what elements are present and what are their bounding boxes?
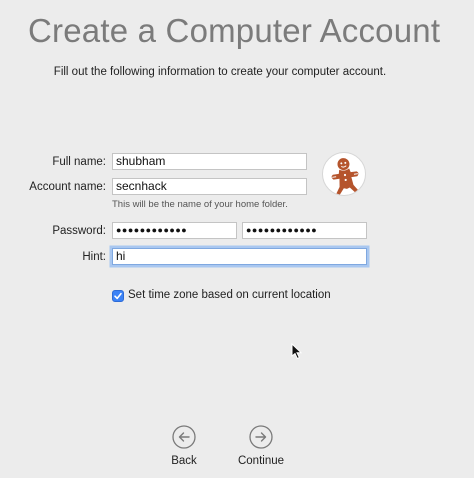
account-name-help: This will be the name of your home folde…	[112, 199, 288, 210]
continue-button[interactable]: Continue	[221, 425, 301, 475]
verify-password-field[interactable]: ●●●●●●●●●●●●	[242, 222, 367, 239]
full-name-label: Full name:	[52, 156, 106, 168]
forward-arrow-icon	[249, 425, 273, 449]
user-picture[interactable]	[322, 152, 366, 196]
gingerbread-man-icon	[331, 158, 359, 195]
password-field[interactable]: ●●●●●●●●●●●●	[112, 222, 237, 239]
hint-field[interactable]: hi	[112, 248, 367, 265]
back-label: Back	[171, 455, 197, 467]
password-label: Password:	[52, 225, 106, 237]
page-title: Create a Computer Account	[28, 12, 441, 49]
account-name-label: Account name:	[29, 181, 106, 193]
account-name-field[interactable]: secnhack	[112, 178, 307, 195]
time-zone-checkbox[interactable]	[112, 290, 124, 302]
full-name-field[interactable]: shubham	[112, 153, 307, 170]
page-subtitle: Fill out the following information to cr…	[53, 66, 387, 78]
back-button[interactable]: Back	[144, 425, 224, 475]
mouse-pointer-icon	[291, 343, 303, 360]
checkmark-icon	[114, 292, 122, 300]
hint-label: Hint:	[82, 251, 106, 263]
continue-label: Continue	[237, 455, 285, 467]
back-arrow-icon	[172, 425, 196, 449]
time-zone-label[interactable]: Set time zone based on current location	[128, 289, 331, 301]
